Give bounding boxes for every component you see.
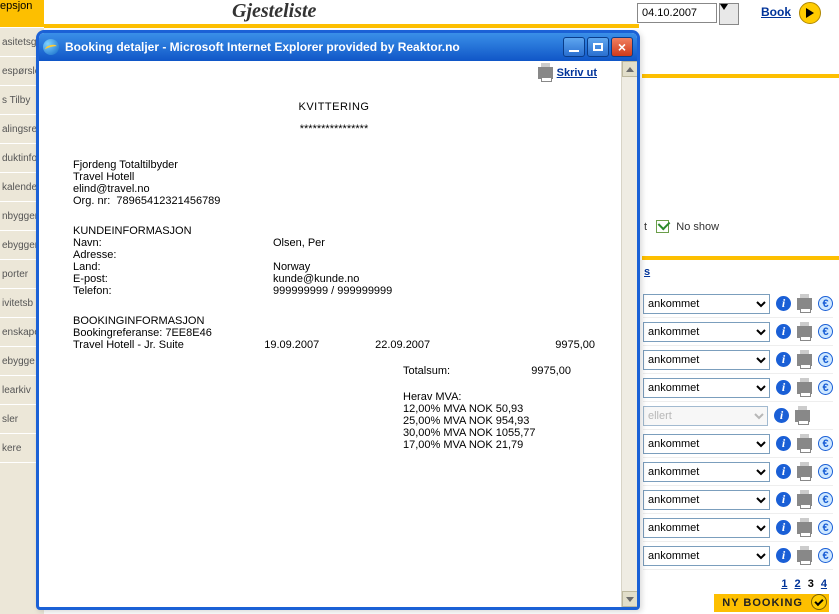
- page-3-current: 3: [808, 578, 814, 590]
- status-select[interactable]: ankommet: [643, 434, 770, 454]
- scroll-down-button[interactable]: [622, 591, 637, 607]
- customer-address: [273, 249, 595, 261]
- print-icon[interactable]: [797, 550, 812, 562]
- status-select[interactable]: ankommet: [643, 294, 770, 314]
- org-number: 78965412321456789: [116, 195, 220, 207]
- guest-table-clip: ankommet i € ankommet i € ankommet i € ankommet i €…: [643, 290, 833, 570]
- info-icon[interactable]: i: [776, 464, 791, 479]
- booking-details-window: Booking detaljer - Microsoft Internet Ex…: [36, 30, 640, 610]
- maximize-button[interactable]: [587, 37, 609, 57]
- table-row: ankommet i €: [643, 514, 833, 542]
- ie-icon: [43, 39, 59, 55]
- noshow-filter: t No show: [644, 220, 719, 233]
- booking-line-item: Travel Hotell - Jr. Suite 19.09.2007 22.…: [73, 339, 595, 351]
- print-icon[interactable]: [797, 382, 812, 394]
- receipt-heading: KVITTERING: [73, 101, 595, 113]
- table-row: ankommet i €: [643, 346, 833, 374]
- new-booking-go-icon: [811, 594, 827, 610]
- status-select: ellert: [643, 406, 768, 426]
- new-booking-button[interactable]: NY BOOKING: [714, 594, 829, 612]
- page-title: Gjesteliste: [232, 0, 316, 23]
- euro-icon[interactable]: €: [818, 436, 833, 451]
- customer-name: Olsen, Per: [273, 237, 595, 249]
- status-select[interactable]: ankommet: [643, 378, 770, 398]
- provider-email: elind@travel.no: [73, 183, 595, 195]
- page-4-link[interactable]: 4: [821, 578, 827, 590]
- receipt-divider: ****************: [73, 123, 595, 135]
- noshow-checkbox[interactable]: [656, 220, 669, 233]
- info-icon[interactable]: i: [776, 296, 791, 311]
- print-icon: [538, 67, 553, 79]
- status-select[interactable]: ankommet: [643, 490, 770, 510]
- window-titlebar[interactable]: Booking detaljer - Microsoft Internet Ex…: [39, 33, 637, 61]
- minimize-button[interactable]: [563, 37, 585, 57]
- customer-section-heading: KUNDEINFORMASJON: [73, 225, 595, 237]
- table-row: ankommet i €: [643, 458, 833, 486]
- pager: 1 2 3 4: [779, 578, 829, 590]
- info-icon[interactable]: i: [776, 380, 791, 395]
- status-select[interactable]: ankommet: [643, 462, 770, 482]
- info-icon[interactable]: i: [776, 520, 791, 535]
- print-icon[interactable]: [797, 298, 812, 310]
- info-icon[interactable]: i: [776, 548, 791, 563]
- hotel-name: Travel Hotell: [73, 171, 595, 183]
- info-icon[interactable]: i: [776, 324, 791, 339]
- table-row: ankommet i €: [643, 486, 833, 514]
- vat-breakdown: Herav MVA: 12,00% MVA NOK 50,93 25,00% M…: [403, 391, 595, 451]
- euro-icon[interactable]: €: [818, 548, 833, 563]
- table-row: ellerti: [643, 402, 833, 430]
- print-icon[interactable]: [797, 466, 812, 478]
- print-icon[interactable]: [797, 438, 812, 450]
- print-icon[interactable]: [797, 522, 812, 534]
- scroll-up-button[interactable]: [622, 61, 637, 77]
- table-row: ankommet i €: [643, 374, 833, 402]
- print-icon[interactable]: [797, 354, 812, 366]
- euro-icon[interactable]: €: [818, 324, 833, 339]
- noshow-label: No show: [676, 221, 719, 233]
- totals: Totalsum:9975,00: [403, 365, 595, 377]
- info-icon[interactable]: i: [774, 408, 789, 423]
- date-picker-button[interactable]: [719, 3, 739, 25]
- euro-icon[interactable]: €: [818, 296, 833, 311]
- euro-icon[interactable]: €: [818, 464, 833, 479]
- date-input[interactable]: [637, 3, 717, 23]
- receipt-content: Skriv ut KVITTERING **************** Fjo…: [39, 61, 621, 607]
- close-button[interactable]: ×: [611, 37, 633, 57]
- euro-icon[interactable]: €: [818, 492, 833, 507]
- status-select[interactable]: ankommet: [643, 322, 770, 342]
- print-icon[interactable]: [795, 410, 810, 422]
- customer-email: kunde@kunde.no: [273, 273, 595, 285]
- booking-reference: 7EE8E46: [165, 327, 211, 339]
- euro-icon[interactable]: €: [818, 380, 833, 395]
- book-link[interactable]: Book: [761, 5, 791, 19]
- book-go-button[interactable]: [799, 2, 821, 24]
- sidebar-item-active[interactable]: epsjon: [0, 0, 44, 28]
- window-title: Booking detaljer - Microsoft Internet Ex…: [65, 40, 460, 54]
- booking-section-heading: BOOKINGINFORMASJON: [73, 315, 595, 327]
- info-icon[interactable]: i: [776, 352, 791, 367]
- arrow-right-icon: [806, 8, 814, 18]
- table-row: ankommet i €: [643, 430, 833, 458]
- provider-name: Fjordeng Totaltilbyder: [73, 159, 595, 171]
- page-1-link[interactable]: 1: [781, 578, 787, 590]
- status-select[interactable]: ankommet: [643, 518, 770, 538]
- customer-country: Norway: [273, 261, 595, 273]
- info-icon[interactable]: i: [776, 492, 791, 507]
- print-icon[interactable]: [797, 494, 812, 506]
- euro-icon[interactable]: €: [818, 520, 833, 535]
- status-select[interactable]: ankommet: [643, 546, 770, 566]
- table-row: ankommet i €: [643, 290, 833, 318]
- table-row: ankommet i €: [643, 318, 833, 346]
- scrollbar[interactable]: [621, 61, 637, 607]
- print-link[interactable]: Skriv ut: [538, 67, 597, 79]
- print-icon[interactable]: [797, 326, 812, 338]
- euro-icon[interactable]: €: [818, 352, 833, 367]
- column-header-link[interactable]: s: [644, 266, 650, 278]
- info-icon[interactable]: i: [776, 436, 791, 451]
- table-row: ankommet i €: [643, 542, 833, 570]
- status-select[interactable]: ankommet: [643, 350, 770, 370]
- page-2-link[interactable]: 2: [795, 578, 801, 590]
- customer-phone: 999999999 / 999999999: [273, 285, 595, 297]
